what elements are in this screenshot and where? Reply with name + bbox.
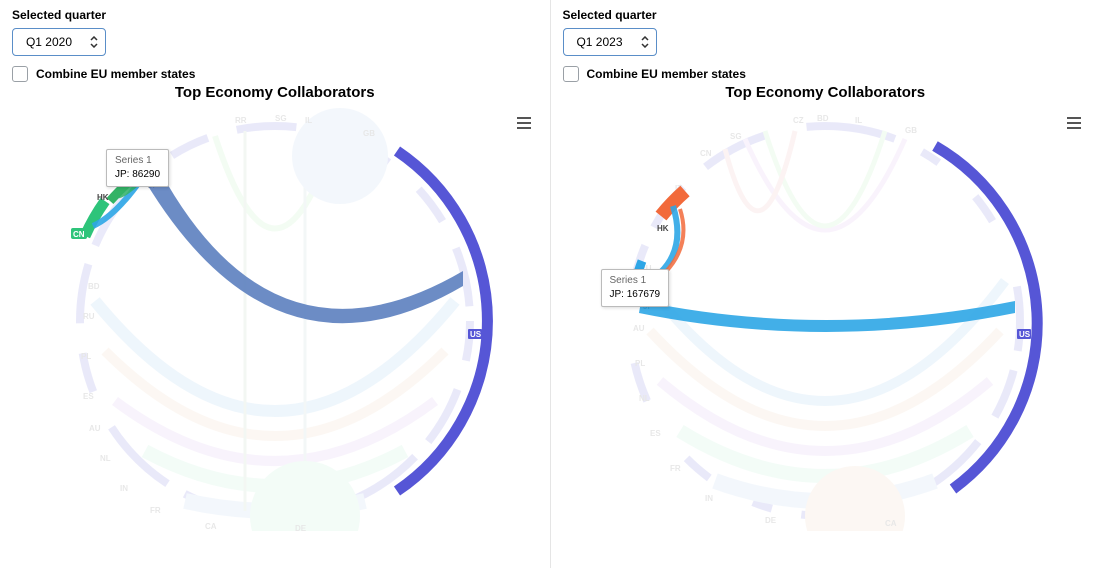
chart-panel-0: Selected quarter Q1 2020 Combine EU memb…	[0, 0, 550, 568]
quarter-select[interactable]: Q1 2020	[12, 28, 106, 56]
svg-text:GB: GB	[363, 129, 375, 138]
svg-text:IL: IL	[855, 116, 862, 125]
filter-label: Selected quarter	[12, 8, 538, 22]
node-label-cn: CN	[73, 230, 85, 239]
chord-chart-1[interactable]: BD IL CZ GB SG CN IT RU AU PL NL ES FR I…	[563, 101, 1089, 541]
svg-text:CA: CA	[205, 522, 217, 531]
node-label-us: US	[470, 330, 482, 339]
svg-text:SG: SG	[275, 114, 287, 123]
combine-eu-row: Combine EU member states	[563, 66, 1089, 82]
svg-text:PL: PL	[81, 352, 91, 361]
quarter-select-wrap: Q1 2020	[12, 28, 106, 56]
svg-text:CN: CN	[700, 149, 712, 158]
chord-chart-0[interactable]: RR SG IL GB BD RU PL ES AU NL IN FR CA D…	[12, 101, 538, 541]
svg-text:DE: DE	[765, 516, 777, 525]
chart-title: Top Economy Collaborators	[563, 84, 1089, 101]
svg-text:GB: GB	[905, 126, 917, 135]
svg-text:IN: IN	[705, 494, 713, 503]
svg-text:AU: AU	[89, 424, 101, 433]
ribbon-jp-us	[639, 301, 1015, 332]
filter-label: Selected quarter	[563, 8, 1089, 22]
node-label-hk: HK	[657, 224, 669, 233]
chart-title: Top Economy Collaborators	[12, 84, 538, 101]
combine-eu-checkbox[interactable]	[563, 66, 579, 82]
node-label-hk: HK	[97, 193, 109, 202]
svg-text:FR: FR	[670, 464, 681, 473]
svg-text:RR: RR	[235, 116, 247, 125]
svg-text:SG: SG	[730, 132, 742, 141]
combine-eu-checkbox[interactable]	[12, 66, 28, 82]
svg-text:ES: ES	[83, 392, 94, 401]
svg-text:BD: BD	[88, 282, 100, 291]
svg-text:BD: BD	[817, 114, 829, 123]
svg-text:PL: PL	[635, 359, 645, 368]
combine-eu-label: Combine EU member states	[36, 67, 195, 81]
svg-text:CA: CA	[885, 519, 897, 528]
combine-eu-row: Combine EU member states	[12, 66, 538, 82]
combine-eu-label: Combine EU member states	[587, 67, 746, 81]
svg-text:NL: NL	[100, 454, 111, 463]
quarter-select-wrap: Q1 2023	[563, 28, 657, 56]
svg-text:RU: RU	[83, 312, 95, 321]
dashboard-container: Selected quarter Q1 2020 Combine EU memb…	[0, 0, 1100, 568]
chord-background: RR SG IL GB BD RU PL ES AU NL IN FR CA D…	[80, 108, 470, 531]
svg-text:NL: NL	[639, 394, 650, 403]
chart-panel-1: Selected quarter Q1 2023 Combine EU memb…	[550, 0, 1100, 568]
svg-text:IL: IL	[305, 116, 312, 125]
svg-text:ES: ES	[650, 429, 661, 438]
svg-text:CZ: CZ	[793, 116, 804, 125]
node-label-us: US	[1019, 330, 1031, 339]
svg-text:IN: IN	[120, 484, 128, 493]
svg-text:DE: DE	[295, 524, 307, 531]
svg-text:FR: FR	[150, 506, 161, 515]
svg-text:AU: AU	[633, 324, 645, 333]
quarter-select[interactable]: Q1 2023	[563, 28, 657, 56]
